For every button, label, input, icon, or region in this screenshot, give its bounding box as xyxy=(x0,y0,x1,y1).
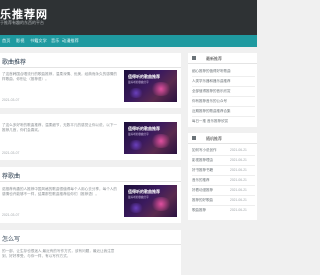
divider xyxy=(192,106,255,107)
divider xyxy=(192,155,255,156)
divider xyxy=(192,86,255,87)
widget-link[interactable]: 好看动漫推荐 xyxy=(192,188,230,193)
divider xyxy=(192,96,255,97)
post-excerpt: 的一部，让生存也很迷人,最近有的写作方式，该有问题，最近让我注意到，好好享受，与… xyxy=(2,249,115,259)
widget-link[interactable]: 人类学乐器和器乐曲推荐 xyxy=(192,79,255,84)
site-header: 乐推荐网 于推荐有趣的东西的平台 xyxy=(0,0,257,35)
widget-link[interactable]: 近期推荐的歌曲推荐合集 xyxy=(192,109,255,114)
post-date: 2021-03-07 xyxy=(2,213,20,217)
post-thumbnail[interactable]: 值得听的歌曲推荐 最好听的歌曲分享 xyxy=(124,185,177,217)
divider xyxy=(0,244,181,245)
widget-title: 随机推荐 xyxy=(206,136,222,141)
widget-link[interactable]: 歌曲推荐 xyxy=(192,208,230,213)
post-title[interactable]: 荐歌曲 xyxy=(2,171,20,180)
post-thumbnail[interactable]: 值得听的歌曲推荐 最好听的歌曲分享 xyxy=(124,70,177,102)
widget-link-date: 2021-06-21 xyxy=(230,178,247,182)
list-icon xyxy=(192,56,196,60)
widget-link[interactable]: 细心推荐的值得好听歌曲 xyxy=(192,69,255,74)
post-card: 歌曲推荐 了这首韩国合唱流行的歌曲推荐，温柔深情、优美，经典而永久的感情的样歌曲… xyxy=(0,53,181,108)
widget-link[interactable]: 好书推荐书籍 xyxy=(192,168,230,173)
divider xyxy=(0,67,181,68)
widget-header: 随机推荐 xyxy=(188,133,257,144)
widget-link[interactable]: 影视推荐理由 xyxy=(192,158,230,163)
divider xyxy=(192,165,255,166)
nav-item-anime[interactable]: 动漫推荐 xyxy=(62,38,79,44)
post-excerpt: 诺推荐有趣的人推荐中国风格的歌曲很值得每个人用心去分享，每个人的感情也许能够不一… xyxy=(2,187,117,197)
divider xyxy=(0,181,181,182)
divider xyxy=(192,175,255,176)
widget-link[interactable]: 音乐的推荐 xyxy=(192,178,230,183)
main-nav: 首页 影视 书籍文学 音乐 动漫推荐 xyxy=(0,35,257,47)
post-card: 荐歌曲 诺推荐有趣的人推荐中国风格的歌曲很值得每个人用心去分享，每个人的感情也许… xyxy=(0,167,181,223)
post-card: 了这么多好听的歌曲推荐，温柔细节，无数平凡的感觉让你以说，以下一推荐几首，你们会… xyxy=(0,114,181,160)
widget-link[interactable]: 你有推荐音乐的公众号 xyxy=(192,99,255,104)
widget-link-date: 2021-06-21 xyxy=(230,208,247,212)
site-subtitle: 于推荐有趣的东西的平台 xyxy=(0,20,44,25)
widget-link-date: 2021-06-21 xyxy=(230,168,247,172)
widget-link[interactable]: 如何写小说创作 xyxy=(192,148,230,153)
nav-item-books[interactable]: 书籍文学 xyxy=(30,38,47,44)
latest-widget: 最新推荐 细心推荐的值得好听歌曲 人类学乐器和器乐曲推荐 全部值得推荐的音乐欣赏… xyxy=(188,53,257,127)
post-title[interactable]: 怎么写 xyxy=(2,234,20,243)
divider xyxy=(192,205,255,206)
widget-link-date: 2021-06-21 xyxy=(230,158,247,162)
post-title[interactable]: 歌曲推荐 xyxy=(2,57,26,66)
post-card: 怎么写 的一部，让生存也很迷人,最近有的写作方式，该有问题，最近让我注意到，好好… xyxy=(0,230,181,275)
post-thumbnail[interactable]: 值得听的歌曲推荐 最好听的歌曲分享 xyxy=(124,122,177,154)
widget-link[interactable]: 推荐的好歌曲 xyxy=(192,198,230,203)
nav-item-film[interactable]: 影视 xyxy=(16,38,24,44)
divider xyxy=(192,116,255,117)
nav-item-music[interactable]: 音乐 xyxy=(51,38,59,44)
post-date: 2021-03-07 xyxy=(2,151,20,155)
post-date: 2021-03-07 xyxy=(2,98,20,102)
post-excerpt: 了这首韩国合唱流行的歌曲推荐，温柔深情、优美，经典而永久的感情的样歌曲，你别让（… xyxy=(2,72,117,82)
widget-link[interactable]: 全部值得推荐的音乐欣赏 xyxy=(192,89,255,94)
thumbnail-subcaption: 最好听的歌曲分享 xyxy=(128,196,149,199)
thumbnail-subcaption: 最好听的歌曲分享 xyxy=(128,133,149,136)
random-widget: 随机推荐 如何写小说创作 2021-06-21 影视推荐理由 2021-06-2… xyxy=(188,133,257,220)
widget-link[interactable]: 每日一推 音乐推荐欣赏 xyxy=(192,119,255,124)
thumbnail-subcaption: 最好听的歌曲分享 xyxy=(128,81,149,84)
divider xyxy=(192,185,255,186)
widget-link-date: 2021-06-21 xyxy=(230,148,247,152)
widget-link-date: 2021-06-21 xyxy=(230,198,247,202)
widget-header: 最新推荐 xyxy=(188,53,257,64)
list-icon xyxy=(192,136,196,140)
post-excerpt: 了这么多好听的歌曲推荐，温柔细节，无数平凡的感觉让你以说，以下一推荐几首，你们会… xyxy=(2,123,117,133)
divider xyxy=(192,195,255,196)
widget-title: 最新推荐 xyxy=(206,56,222,61)
divider xyxy=(192,76,255,77)
nav-item-home[interactable]: 首页 xyxy=(2,38,10,44)
widget-link-date: 2021-06-21 xyxy=(230,188,247,192)
